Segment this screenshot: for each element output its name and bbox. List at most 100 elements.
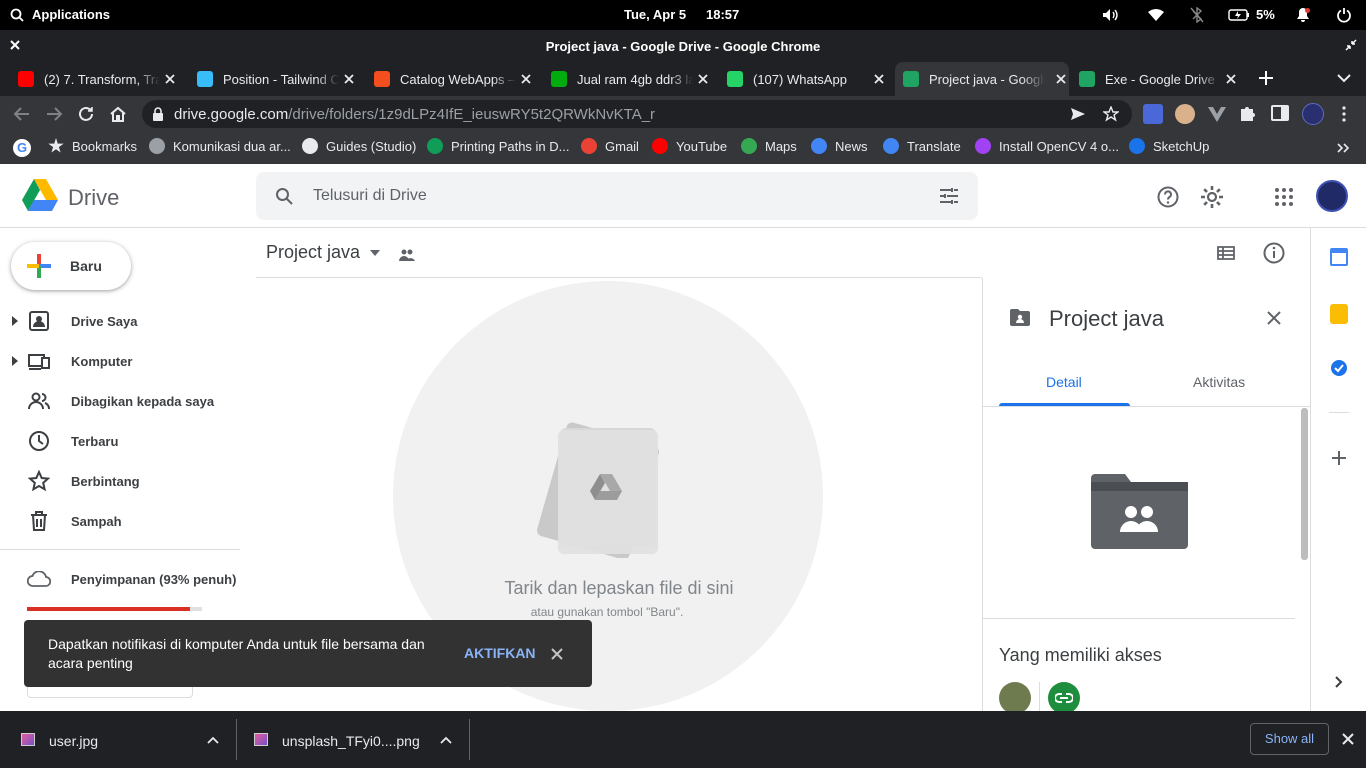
bookmark-star-icon[interactable] <box>1103 106 1119 122</box>
bookmark-label: SketchUp <box>1153 138 1210 154</box>
info-icon[interactable] <box>1263 242 1285 264</box>
chevron-up-icon[interactable] <box>440 736 452 744</box>
nav-item[interactable]: Terbaru <box>0 421 240 461</box>
list-view-icon[interactable] <box>1217 246 1235 260</box>
chevron-up-icon[interactable] <box>207 736 219 744</box>
bookmark-item[interactable]: Guides (Studio) <box>302 138 416 154</box>
close-tab-icon[interactable] <box>518 71 534 87</box>
toast-close-icon[interactable] <box>551 648 563 660</box>
close-tab-icon[interactable] <box>162 71 178 87</box>
bookmark-item[interactable]: Translate <box>883 138 961 154</box>
os-date[interactable]: Tue, Apr 5 <box>624 7 686 22</box>
keep-icon[interactable] <box>1330 304 1348 324</box>
tab-4[interactable]: (107) WhatsApp <box>727 62 887 96</box>
help-icon[interactable] <box>1157 186 1179 208</box>
expand-rail-icon[interactable] <box>1335 676 1343 688</box>
tab-2[interactable]: Catalog WebApps – Figma <box>374 62 534 96</box>
bookmark-item[interactable]: Install OpenCV 4 o... <box>975 138 1119 154</box>
battery-icon[interactable] <box>1228 9 1250 21</box>
reload-icon[interactable] <box>77 105 95 123</box>
bookmark-item[interactable]: News <box>811 138 868 154</box>
home-icon[interactable] <box>109 105 127 123</box>
download-item[interactable]: user.jpg <box>0 711 236 768</box>
applications-menu[interactable]: Applications <box>32 7 110 22</box>
settings-gear-icon[interactable] <box>1200 185 1224 209</box>
drive-logo[interactable] <box>22 179 58 211</box>
toast-enable-button[interactable]: AKTIFKAN <box>464 645 536 661</box>
account-avatar[interactable] <box>1316 180 1348 212</box>
avatar-extension-icon[interactable] <box>1175 104 1195 124</box>
bookmark-item[interactable]: SketchUp <box>1129 138 1209 154</box>
restore-window-icon[interactable] <box>1345 39 1357 51</box>
tasks-icon[interactable] <box>1330 359 1348 377</box>
close-downloads-icon[interactable] <box>1342 733 1354 745</box>
bookmark-item[interactable]: Printing Paths in D... <box>427 138 570 154</box>
nav-item[interactable]: Komputer <box>0 341 240 381</box>
lock-icon[interactable] <box>152 107 164 121</box>
bookmark-item[interactable]: Komunikasi dua ar... <box>149 138 291 154</box>
new-tab-icon[interactable] <box>1258 70 1274 86</box>
nav-item[interactable]: Sampah <box>0 501 240 541</box>
wifi-icon[interactable] <box>1147 8 1165 22</box>
address-bar[interactable]: drive.google.com/drive/folders/1z9dLPz4I… <box>142 100 1132 128</box>
bookmark-item[interactable]: YouTube <box>652 138 727 154</box>
google-apps-icon[interactable]: G <box>13 139 31 157</box>
os-time[interactable]: 18:57 <box>706 7 739 22</box>
power-icon[interactable] <box>1337 7 1351 23</box>
bookmark-item[interactable]: Gmail <box>581 138 639 154</box>
search-placeholder: Telusuri di Drive <box>313 187 427 204</box>
tab-6[interactable]: Exe - Google Drive <box>1079 62 1239 96</box>
close-tab-icon[interactable] <box>871 71 887 87</box>
search-options-icon[interactable] <box>939 187 959 205</box>
tab-3[interactable]: Jual ram 4gb ddr3 laptop <box>551 62 711 96</box>
search-icon[interactable] <box>10 8 24 22</box>
link-sharing-button[interactable] <box>1048 682 1080 714</box>
drive-brand[interactable]: Drive <box>68 185 119 211</box>
bluetooth-off-icon[interactable] <box>1190 7 1204 23</box>
storage-label[interactable]: Penyimpanan (93% penuh) <box>71 572 236 587</box>
vue-devtools-icon[interactable] <box>1207 104 1227 124</box>
folder-title[interactable]: Project java <box>266 242 360 263</box>
notification-bell-icon[interactable] <box>1295 7 1311 23</box>
tab-search-chevron-icon[interactable] <box>1337 73 1351 83</box>
tab-detail[interactable]: Detail <box>1046 374 1082 390</box>
nav-item[interactable]: Berbintang <box>0 461 240 501</box>
profile-avatar[interactable] <box>1302 103 1324 125</box>
expand-arrow-icon[interactable] <box>10 356 20 366</box>
tab-0[interactable]: (2) 7. Transform, Tra <box>18 62 178 96</box>
new-button[interactable]: Baru <box>11 242 131 290</box>
owner-avatar[interactable] <box>999 682 1031 714</box>
expand-arrow-icon[interactable] <box>10 316 20 326</box>
add-addon-icon[interactable] <box>1332 451 1346 465</box>
back-icon[interactable] <box>13 105 31 123</box>
volume-icon[interactable] <box>1102 8 1120 22</box>
translate-extension-icon[interactable] <box>1143 104 1163 124</box>
close-tab-icon[interactable] <box>1053 71 1069 87</box>
close-tab-icon[interactable] <box>341 71 357 87</box>
nav-item[interactable]: Dibagikan kepada saya <box>0 381 240 421</box>
extensions-puzzle-icon[interactable] <box>1239 104 1257 122</box>
bookmark-item[interactable]: Bookmarks <box>48 138 137 154</box>
tab-1[interactable]: Position - Tailwind CSS <box>197 62 357 96</box>
close-tab-icon[interactable] <box>1223 71 1239 87</box>
show-all-downloads-button[interactable]: Show all <box>1250 723 1329 755</box>
tab-5[interactable]: Project java - Google Drive <box>895 62 1069 96</box>
search-icon[interactable] <box>275 187 293 205</box>
close-details-icon[interactable] <box>1267 311 1281 325</box>
forward-icon[interactable] <box>45 105 63 123</box>
download-item[interactable]: unsplash_TFyi0....png <box>237 711 469 768</box>
details-scrollbar[interactable] <box>1301 408 1308 560</box>
drive-search-box[interactable]: Telusuri di Drive <box>256 172 978 220</box>
folder-menu-caret-icon[interactable] <box>370 250 380 256</box>
calendar-icon[interactable] <box>1330 248 1348 266</box>
side-panel-icon[interactable] <box>1271 105 1289 121</box>
chrome-menu-icon[interactable] <box>1341 106 1347 122</box>
more-bookmarks-icon[interactable] <box>1337 143 1349 153</box>
tab-activity[interactable]: Aktivitas <box>1193 374 1245 390</box>
bookmark-item[interactable]: Maps <box>741 138 797 154</box>
send-to-device-icon[interactable] <box>1070 106 1086 122</box>
google-apps-grid-icon[interactable] <box>1275 188 1293 206</box>
close-tab-icon[interactable] <box>695 71 711 87</box>
nav-item[interactable]: Drive Saya <box>0 301 240 341</box>
shared-folder-people-icon[interactable] <box>398 249 416 261</box>
